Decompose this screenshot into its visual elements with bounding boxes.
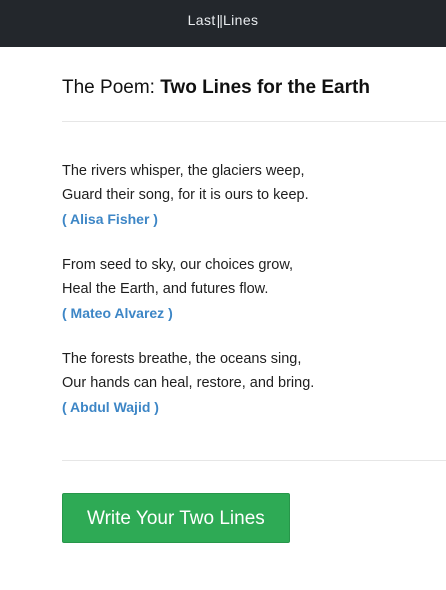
brand-text-left: Last <box>187 11 216 28</box>
stanza: The rivers whisper, the glaciers weep, G… <box>62 159 446 231</box>
poem-line: Our hands can heal, restore, and bring. <box>62 375 315 391</box>
poem-body: The rivers whisper, the glaciers weep, G… <box>62 159 446 419</box>
stanza: From seed to sky, our choices grow, Heal… <box>62 253 446 325</box>
author-link[interactable]: ( Mateo Alvarez ) <box>62 301 173 325</box>
poem-line: The forests breathe, the oceans sing, <box>62 351 302 367</box>
brand-text-right: Lines <box>222 11 259 28</box>
write-your-two-lines-button[interactable]: Write Your Two Lines <box>62 493 290 543</box>
poem-line: The rivers whisper, the glaciers weep, <box>62 163 305 179</box>
poem-title: Two Lines for the Earth <box>160 77 370 98</box>
title-divider <box>62 121 446 122</box>
page-title: The Poem: Two Lines for the Earth <box>62 77 446 99</box>
poem-divider <box>62 460 446 461</box>
brand-logo-link[interactable]: Last||Lines <box>188 12 259 28</box>
page-title-prefix: The Poem: <box>62 77 161 98</box>
author-link[interactable]: ( Abdul Wajid ) <box>62 395 159 419</box>
main-content: The Poem: Two Lines for the Earth The ri… <box>0 77 446 543</box>
stanza: The forests breathe, the oceans sing, Ou… <box>62 347 446 419</box>
author-link[interactable]: ( Alisa Fisher ) <box>62 207 158 231</box>
poem-line: From seed to sky, our choices grow, <box>62 257 294 273</box>
poem-line: Heal the Earth, and futures flow. <box>62 281 269 297</box>
poem-line: Guard their song, for it is ours to keep… <box>62 187 309 203</box>
brand-separator: || <box>216 11 223 28</box>
top-navbar: Last||Lines <box>0 0 446 47</box>
